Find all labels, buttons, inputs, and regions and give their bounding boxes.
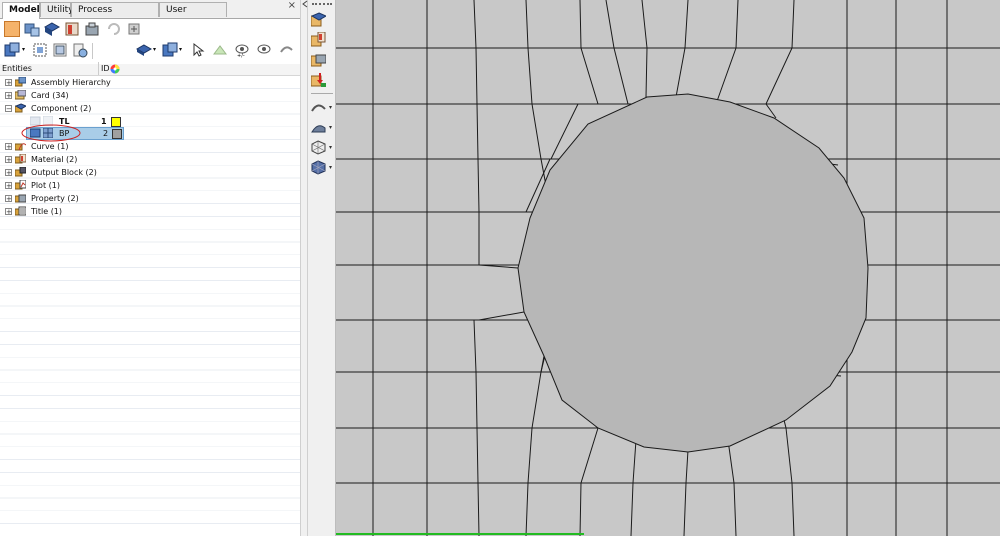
- show-eye-icon[interactable]: [256, 42, 272, 58]
- expand-icon[interactable]: +: [5, 143, 12, 151]
- property-icon: [15, 194, 26, 203]
- entity-tree: + Assembly Hierarchy + Card (34) − Compo…: [0, 76, 300, 536]
- expand-icon[interactable]: +: [5, 92, 12, 100]
- title-icon: [15, 206, 26, 216]
- export-icon[interactable]: [126, 21, 142, 37]
- hide-icon[interactable]: [72, 42, 88, 58]
- expand-icon[interactable]: +: [5, 79, 12, 87]
- output-block-icon: [15, 167, 26, 177]
- show-only-icon[interactable]: +/-: [234, 42, 250, 58]
- tree-row-title[interactable]: + Title (1): [0, 205, 300, 218]
- assembly-tool-icon[interactable]: [24, 21, 40, 37]
- component-vicon[interactable]: [311, 12, 326, 27]
- tree-label: Card (34): [31, 91, 69, 100]
- undo-view-icon[interactable]: [278, 42, 294, 58]
- browser-tab-bar: Model Utility Process Manager User Proce…: [0, 0, 300, 30]
- tab-utility[interactable]: Utility: [40, 2, 73, 17]
- fe-mesh-view[interactable]: [336, 0, 1000, 536]
- color-wheel-icon[interactable]: [110, 64, 120, 74]
- transparency-icon[interactable]: [162, 42, 178, 58]
- tree-row-assembly-hierarchy[interactable]: + Assembly Hierarchy: [0, 76, 300, 89]
- browser-toolbar-bottom: ▾ ▾ ▾ +/-: [0, 40, 300, 62]
- card-icon: [15, 90, 26, 100]
- isolate-icon[interactable]: [52, 42, 68, 58]
- component-tool-icon[interactable]: [44, 21, 60, 37]
- panel-splitter[interactable]: [300, 0, 308, 536]
- display-all-icon[interactable]: [212, 42, 228, 58]
- curve-icon: [15, 143, 26, 151]
- tree-row-output-block[interactable]: + Output Block (2): [0, 166, 300, 179]
- expand-icon[interactable]: +: [5, 169, 12, 177]
- tree-row-component[interactable]: − Component (2): [0, 102, 300, 115]
- model-browser-panel: Model Utility Process Manager User Proce…: [0, 0, 301, 536]
- expand-icon[interactable]: +: [5, 195, 12, 203]
- close-panel-icon[interactable]: ×: [288, 0, 296, 11]
- graphics-viewport[interactable]: [336, 0, 1000, 536]
- show-icon[interactable]: [136, 42, 152, 58]
- tree-row-property[interactable]: + Property (2): [0, 192, 300, 205]
- mesh-vicon[interactable]: [311, 140, 326, 155]
- refresh-icon[interactable]: [106, 21, 122, 37]
- solid-vicon[interactable]: [311, 120, 326, 135]
- model-icon[interactable]: [4, 21, 20, 37]
- pointer-icon[interactable]: [190, 42, 206, 58]
- tree-label: Curve (1): [31, 142, 69, 151]
- material-tool-icon[interactable]: [64, 21, 80, 37]
- browser-toolbar-top: [0, 19, 300, 41]
- select-icon[interactable]: [32, 42, 48, 58]
- material-vicon[interactable]: [311, 32, 326, 47]
- component-id: 2: [103, 129, 109, 138]
- surface-vicon[interactable]: [311, 100, 326, 115]
- assembly-icon: [15, 77, 26, 87]
- tree-label: Property (2): [31, 194, 79, 203]
- element-vicon[interactable]: [311, 160, 326, 175]
- tree-row-material[interactable]: + Material (2): [0, 153, 300, 166]
- tab-process-manager[interactable]: Process Manager: [71, 2, 159, 30]
- tree-row-plot[interactable]: + Plot (1): [0, 179, 300, 192]
- tree-label: Component (2): [31, 104, 92, 113]
- property-vicon[interactable]: [311, 52, 326, 67]
- plot-icon: [15, 180, 26, 190]
- toolbar-grip[interactable]: [312, 3, 332, 7]
- expand-icon[interactable]: +: [5, 156, 12, 164]
- tree-label: Assembly Hierarchy: [31, 78, 111, 87]
- expand-icon[interactable]: +: [5, 182, 12, 190]
- material-icon: [15, 154, 26, 164]
- component-icon: [15, 103, 26, 113]
- tree-label: Plot (1): [31, 181, 60, 190]
- entities-column-label: Entities: [2, 64, 32, 73]
- svg-text:+/-: +/-: [237, 53, 245, 58]
- load-vicon[interactable]: [311, 72, 326, 87]
- tree-label: Material (2): [31, 155, 78, 164]
- expand-icon[interactable]: +: [5, 208, 12, 216]
- id-column-label: ID: [101, 64, 110, 73]
- tree-row-card[interactable]: + Card (34): [0, 89, 300, 102]
- view-mode-icon[interactable]: [4, 42, 20, 58]
- property-tool-icon[interactable]: [84, 21, 100, 37]
- vertical-toolbar: ▾ ▾ ▾ ▾: [308, 0, 336, 536]
- collapse-icon[interactable]: −: [5, 105, 12, 113]
- component-color-swatch[interactable]: [111, 117, 121, 127]
- entities-header: Entities ID: [0, 62, 300, 76]
- component-color-swatch[interactable]: [112, 129, 122, 139]
- tab-model[interactable]: Model: [2, 2, 40, 19]
- tree-label: Output Block (2): [31, 168, 97, 177]
- tree-label: Title (1): [31, 207, 63, 216]
- tree-row-component-bp[interactable]: BP 2: [0, 124, 300, 142]
- tab-user-process[interactable]: User Process: [159, 2, 227, 30]
- tree-row-curve[interactable]: + Curve (1): [0, 140, 300, 153]
